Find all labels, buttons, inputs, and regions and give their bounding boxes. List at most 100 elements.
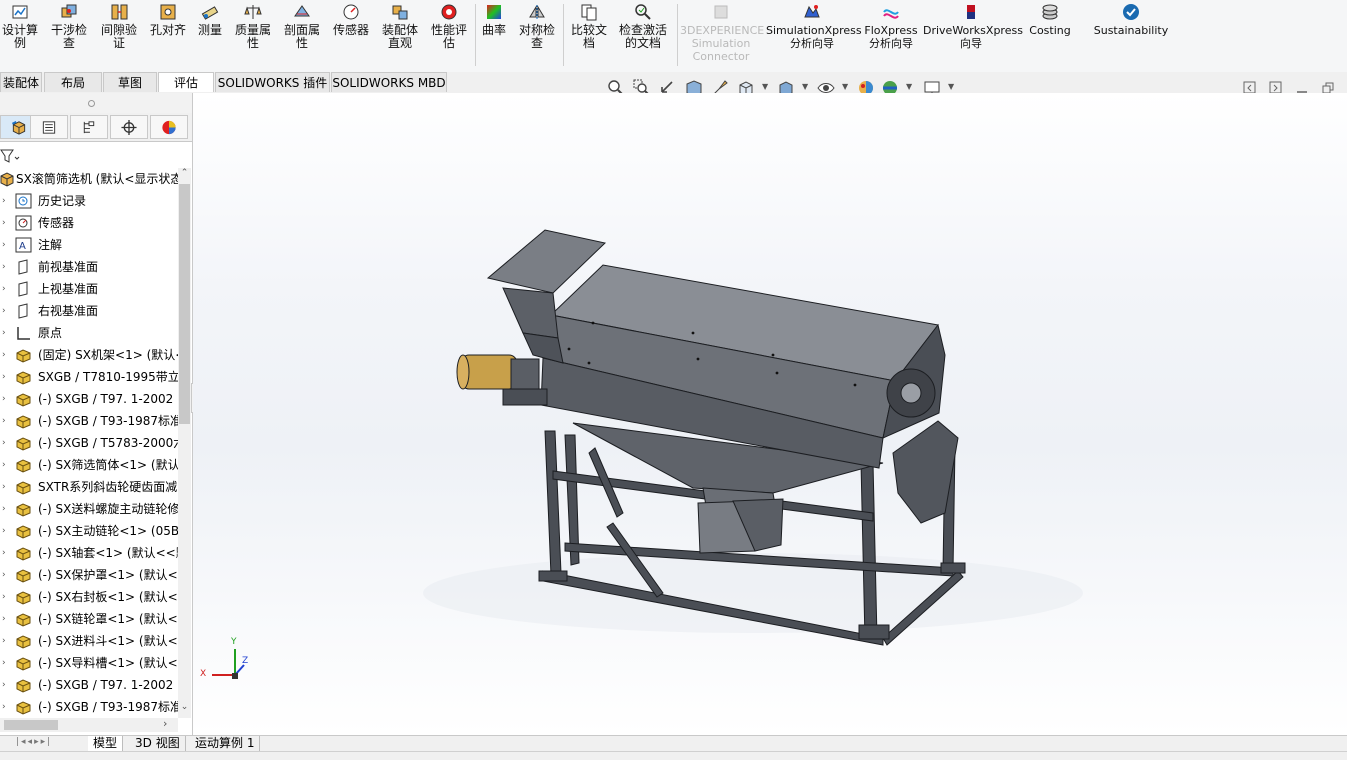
expand-arrow-icon[interactable]: ›: [2, 476, 10, 498]
tab-configurationmanager[interactable]: [70, 115, 108, 139]
curvature-button[interactable]: 曲率: [479, 2, 509, 68]
tree-item[interactable]: › (固定) SX机架<1> (默认<: [0, 344, 178, 366]
tree-item[interactable]: › (-) SX进料斗<1> (默认<<: [0, 630, 178, 652]
dropdown-arrow-icon[interactable]: ▼: [802, 82, 808, 91]
hole-alignment-button[interactable]: 孔对齐: [146, 2, 190, 68]
tree-item[interactable]: › 传感器: [0, 212, 178, 234]
symmetry-check-button[interactable]: 对称检查: [515, 2, 559, 68]
tree-item[interactable]: › (-) SX主动链轮<1> (05B-: [0, 520, 178, 542]
tree-item[interactable]: › (-) SXGB / T97. 1-2002 5: [0, 674, 178, 696]
h-scroll-thumb[interactable]: [4, 720, 58, 730]
tree-item[interactable]: › SXGB / T7810-1995带立式: [0, 366, 178, 388]
expand-arrow-icon[interactable]: ›: [2, 454, 10, 476]
tree-root-assembly[interactable]: SX滚筒筛选机 (默认<显示状态: [0, 168, 178, 190]
tab-solidworks-addins[interactable]: SOLIDWORKS 插件: [215, 72, 330, 92]
expand-arrow-icon[interactable]: ›: [2, 432, 10, 454]
measure-button[interactable]: 测量: [195, 2, 225, 68]
tab-propertymanager[interactable]: [30, 115, 68, 139]
scroll-up-icon[interactable]: ⌃: [179, 168, 190, 181]
tree-item[interactable]: › (-) SX右封板<1> (默认<<: [0, 586, 178, 608]
dropdown-arrow-icon[interactable]: ▼: [842, 82, 848, 91]
simulationxpress-button[interactable]: SimulationXpress 分析向导: [766, 2, 862, 68]
tab-evaluate[interactable]: 评估: [158, 72, 214, 92]
tab-navigation-icon[interactable]: |◂◂▸▸|: [16, 737, 52, 747]
tab-3d-views[interactable]: 3D 视图: [130, 736, 186, 751]
expand-arrow-icon[interactable]: ›: [2, 322, 10, 344]
expand-arrow-icon[interactable]: ›: [2, 212, 10, 234]
tree-item[interactable]: › A 注解: [0, 234, 178, 256]
expand-arrow-icon[interactable]: ›: [2, 366, 10, 388]
performance-evaluation-button[interactable]: 性能评估: [427, 2, 471, 68]
3dexperience-simulation-connector-button[interactable]: 3DEXPERIENCE Simulation Connector: [680, 2, 764, 68]
tree-item[interactable]: › (-) SXGB / T5783-2000六: [0, 432, 178, 454]
tree-item[interactable]: › 上视基准面: [0, 278, 178, 300]
expand-arrow-icon[interactable]: ›: [2, 630, 10, 652]
expand-arrow-icon[interactable]: ›: [2, 344, 10, 366]
tab-motion-study-1[interactable]: 运动算例 1: [190, 736, 261, 751]
dropdown-arrow-icon[interactable]: ▼: [948, 82, 954, 91]
tab-layout[interactable]: 布局: [44, 72, 102, 92]
expand-arrow-icon[interactable]: ›: [2, 696, 10, 718]
tree-vertical-scrollbar[interactable]: ⌃ ⌄: [178, 168, 191, 718]
expand-arrow-icon[interactable]: ›: [2, 498, 10, 520]
driveworksxpress-button[interactable]: DriveWorksXpress 向导: [923, 2, 1023, 68]
expand-arrow-icon[interactable]: ›: [2, 234, 10, 256]
tree-item[interactable]: › (-) SXGB / T97. 1-2002 5: [0, 388, 178, 410]
design-study-button[interactable]: 设计算例: [0, 2, 40, 68]
floxpress-button[interactable]: FloXpress 分析向导: [862, 2, 920, 68]
scroll-down-icon[interactable]: ⌄: [179, 702, 190, 715]
expand-arrow-icon[interactable]: ›: [2, 190, 10, 212]
tree-horizontal-scrollbar[interactable]: ›: [0, 717, 178, 732]
filter-icon[interactable]: [0, 149, 20, 163]
mass-properties-button[interactable]: 质量属性: [231, 2, 275, 68]
expand-arrow-icon[interactable]: ›: [2, 278, 10, 300]
tree-item[interactable]: › (-) SX链轮罩<1> (默认<显: [0, 608, 178, 630]
interference-check-button[interactable]: 干涉检查: [48, 2, 90, 68]
tree-item[interactable]: › (-) SX送料螺旋主动链轮修: [0, 498, 178, 520]
assembly-visualization-button[interactable]: 装配体直观: [378, 2, 422, 68]
expand-arrow-icon[interactable]: ›: [2, 520, 10, 542]
costing-button[interactable]: Costing: [1026, 2, 1074, 68]
model-3d-view[interactable]: [193, 93, 1347, 735]
compare-documents-button[interactable]: 比较文档: [567, 2, 611, 68]
expand-arrow-icon[interactable]: ›: [2, 300, 10, 322]
expand-arrow-icon[interactable]: ›: [2, 564, 10, 586]
tree-item[interactable]: › (-) SXGB / T93-1987标准: [0, 696, 178, 718]
sensor-button[interactable]: 传感器: [329, 2, 373, 68]
tree-item[interactable]: › (-) SX筛选筒体<1> (默认: [0, 454, 178, 476]
panel-grip[interactable]: [0, 93, 192, 113]
section-properties-button[interactable]: 剖面属性: [280, 2, 324, 68]
tab-model[interactable]: 模型: [88, 736, 124, 751]
part-icon: [16, 481, 31, 495]
tree-item[interactable]: › 原点: [0, 322, 178, 344]
expand-arrow-icon[interactable]: ›: [2, 652, 10, 674]
expand-arrow-icon[interactable]: ›: [2, 542, 10, 564]
clearance-verification-button[interactable]: 间隙验证: [97, 2, 141, 68]
check-active-document-button[interactable]: 检查激活的文档: [614, 2, 672, 68]
tree-item[interactable]: › SXTR系列斜齿轮硬齿面减: [0, 476, 178, 498]
tree-item[interactable]: › 右视基准面: [0, 300, 178, 322]
expand-arrow-icon[interactable]: ›: [2, 586, 10, 608]
tab-dimxpertmanager[interactable]: [110, 115, 148, 139]
dropdown-arrow-icon[interactable]: ▼: [762, 82, 768, 91]
tree-item[interactable]: › (-) SXGB / T93-1987标准: [0, 410, 178, 432]
tree-item[interactable]: › (-) SX导料槽<1> (默认<显: [0, 652, 178, 674]
sustainability-button[interactable]: Sustainability: [1090, 2, 1172, 68]
tab-displaymanager[interactable]: [150, 115, 188, 139]
expand-arrow-icon[interactable]: ›: [2, 388, 10, 410]
tree-item[interactable]: › 前视基准面: [0, 256, 178, 278]
dropdown-arrow-icon[interactable]: ▼: [906, 82, 912, 91]
tree-item[interactable]: › (-) SX轴套<1> (默认<<默: [0, 542, 178, 564]
scroll-right-icon[interactable]: ›: [163, 717, 167, 730]
expand-arrow-icon[interactable]: ›: [2, 608, 10, 630]
graphics-viewport[interactable]: Y X Z: [193, 93, 1347, 735]
tree-item[interactable]: › (-) SX保护罩<1> (默认<<: [0, 564, 178, 586]
expand-arrow-icon[interactable]: ›: [2, 674, 10, 696]
tab-solidworks-mbd[interactable]: SOLIDWORKS MBD: [331, 72, 447, 92]
tree-item[interactable]: › 历史记录: [0, 190, 178, 212]
tab-assembly[interactable]: 装配体: [0, 72, 42, 92]
scroll-thumb[interactable]: [179, 184, 190, 424]
expand-arrow-icon[interactable]: ›: [2, 256, 10, 278]
tab-sketch[interactable]: 草图: [103, 72, 157, 92]
expand-arrow-icon[interactable]: ›: [2, 410, 10, 432]
